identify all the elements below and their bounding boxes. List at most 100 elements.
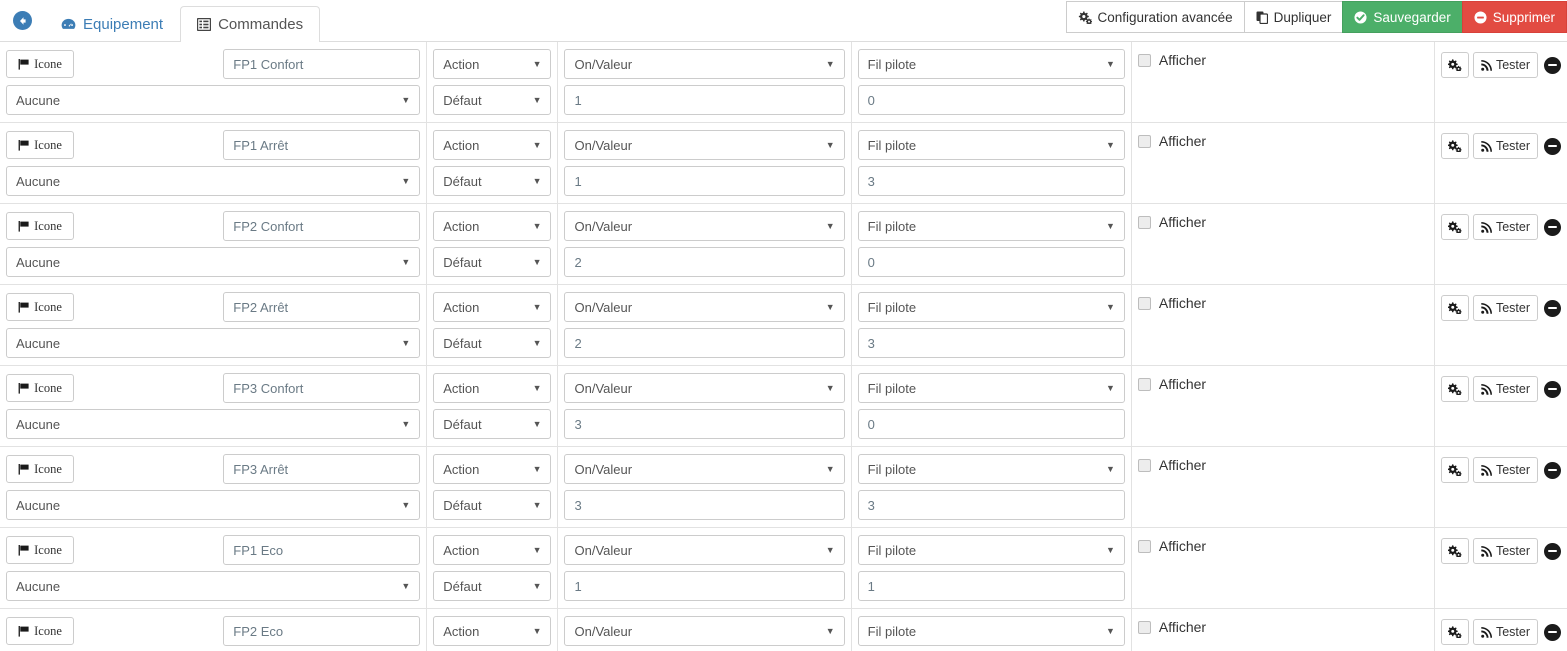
command-config-button[interactable] bbox=[1440, 457, 1469, 483]
command-name-input[interactable]: FP2 Arrêt bbox=[223, 292, 421, 322]
tab-commandes[interactable]: Commandes bbox=[180, 6, 321, 42]
command-subtype-select[interactable]: Aucune ▼ bbox=[6, 328, 421, 358]
command-config-button[interactable] bbox=[1440, 52, 1469, 78]
command-value-kind-select[interactable]: On/Valeur ▼ bbox=[564, 130, 845, 160]
command-value-input[interactable]: 3 bbox=[564, 409, 845, 439]
command-test-button[interactable]: Tester bbox=[1472, 457, 1538, 483]
afficher-checkbox[interactable] bbox=[1137, 458, 1151, 472]
command-value-kind-select[interactable]: On/Valeur ▼ bbox=[564, 49, 845, 79]
command-value-input[interactable]: 3 bbox=[564, 490, 845, 520]
command-logical-select[interactable]: Fil pilote ▼ bbox=[857, 292, 1125, 322]
icone-button[interactable]: Icone bbox=[6, 617, 74, 645]
command-test-button[interactable]: Tester bbox=[1472, 538, 1538, 564]
configuration-avancee-button[interactable]: Configuration avancée bbox=[1065, 1, 1244, 33]
supprimer-button[interactable]: Supprimer bbox=[1461, 1, 1567, 33]
command-value-kind-select[interactable]: On/Valeur ▼ bbox=[564, 616, 845, 646]
afficher-checkbox[interactable] bbox=[1137, 377, 1151, 391]
command-logical-select[interactable]: Fil pilote ▼ bbox=[857, 616, 1125, 646]
command-value-input[interactable]: 1 bbox=[564, 85, 845, 115]
command-type-select[interactable]: Action ▼ bbox=[433, 454, 552, 484]
command-action-select[interactable]: Défaut ▼ bbox=[433, 571, 552, 601]
command-logical-value-input[interactable]: 3 bbox=[857, 490, 1125, 520]
icone-button[interactable]: Icone bbox=[6, 50, 74, 78]
command-delete-button[interactable] bbox=[1544, 56, 1561, 74]
command-action-select[interactable]: Défaut ▼ bbox=[433, 409, 552, 439]
command-name-input[interactable]: FP3 Arrêt bbox=[223, 454, 421, 484]
afficher-checkbox[interactable] bbox=[1137, 539, 1151, 553]
command-test-button[interactable]: Tester bbox=[1472, 133, 1538, 159]
command-logical-value-input[interactable]: 1 bbox=[857, 571, 1125, 601]
command-logical-value-input[interactable]: 3 bbox=[857, 328, 1125, 358]
command-logical-value-input[interactable]: 3 bbox=[857, 166, 1125, 196]
command-config-button[interactable] bbox=[1440, 619, 1469, 645]
command-subtype-select[interactable]: Aucune ▼ bbox=[6, 490, 421, 520]
command-logical-value-input[interactable]: 0 bbox=[857, 85, 1125, 115]
command-delete-button[interactable] bbox=[1544, 299, 1561, 317]
afficher-checkbox[interactable] bbox=[1137, 134, 1151, 148]
icone-button[interactable]: Icone bbox=[6, 374, 74, 402]
command-action-select[interactable]: Défaut ▼ bbox=[433, 328, 552, 358]
command-logical-select[interactable]: Fil pilote ▼ bbox=[857, 49, 1125, 79]
command-delete-button[interactable] bbox=[1544, 218, 1561, 236]
command-logical-select[interactable]: Fil pilote ▼ bbox=[857, 211, 1125, 241]
command-delete-button[interactable] bbox=[1544, 461, 1561, 479]
command-type-select[interactable]: Action ▼ bbox=[433, 616, 552, 646]
afficher-checkbox[interactable] bbox=[1137, 296, 1151, 310]
icone-button[interactable]: Icone bbox=[6, 293, 74, 321]
command-logical-select[interactable]: Fil pilote ▼ bbox=[857, 454, 1125, 484]
command-logical-select[interactable]: Fil pilote ▼ bbox=[857, 373, 1125, 403]
command-value-kind-select[interactable]: On/Valeur ▼ bbox=[564, 373, 845, 403]
command-logical-value-input[interactable]: 0 bbox=[857, 247, 1125, 277]
back-button[interactable] bbox=[0, 0, 44, 41]
command-subtype-select[interactable]: Aucune ▼ bbox=[6, 409, 421, 439]
command-delete-button[interactable] bbox=[1544, 542, 1561, 560]
command-logical-value-input[interactable]: 0 bbox=[857, 409, 1125, 439]
command-action-select[interactable]: Défaut ▼ bbox=[433, 490, 552, 520]
command-name-input[interactable]: FP1 Eco bbox=[223, 535, 421, 565]
command-name-input[interactable]: FP3 Confort bbox=[223, 373, 421, 403]
command-subtype-select[interactable]: Aucune ▼ bbox=[6, 247, 421, 277]
icone-button[interactable]: Icone bbox=[6, 455, 74, 483]
command-test-button[interactable]: Tester bbox=[1472, 619, 1538, 645]
command-test-button[interactable]: Tester bbox=[1472, 376, 1538, 402]
command-type-select[interactable]: Action ▼ bbox=[433, 130, 552, 160]
command-type-select[interactable]: Action ▼ bbox=[433, 211, 552, 241]
command-type-select[interactable]: Action ▼ bbox=[433, 373, 552, 403]
command-subtype-select[interactable]: Aucune ▼ bbox=[6, 166, 421, 196]
command-config-button[interactable] bbox=[1440, 295, 1469, 321]
command-config-button[interactable] bbox=[1440, 376, 1469, 402]
command-value-kind-select[interactable]: On/Valeur ▼ bbox=[564, 454, 845, 484]
command-config-button[interactable] bbox=[1440, 133, 1469, 159]
command-action-select[interactable]: Défaut ▼ bbox=[433, 85, 552, 115]
command-type-select[interactable]: Action ▼ bbox=[433, 292, 552, 322]
command-name-input[interactable]: FP1 Arrêt bbox=[223, 130, 421, 160]
command-config-button[interactable] bbox=[1440, 538, 1469, 564]
command-value-input[interactable]: 2 bbox=[564, 247, 845, 277]
command-test-button[interactable]: Tester bbox=[1472, 52, 1538, 78]
command-subtype-select[interactable]: Aucune ▼ bbox=[6, 571, 421, 601]
command-delete-button[interactable] bbox=[1544, 137, 1561, 155]
dupliquer-button[interactable]: Dupliquer bbox=[1243, 1, 1343, 33]
command-name-input[interactable]: FP2 Confort bbox=[223, 211, 421, 241]
command-value-input[interactable]: 2 bbox=[564, 328, 845, 358]
icone-button[interactable]: Icone bbox=[6, 212, 74, 240]
command-type-select[interactable]: Action ▼ bbox=[433, 535, 552, 565]
afficher-checkbox[interactable] bbox=[1137, 53, 1151, 67]
sauvegarder-button[interactable]: Sauvegarder bbox=[1342, 1, 1462, 33]
command-type-select[interactable]: Action ▼ bbox=[433, 49, 552, 79]
command-value-input[interactable]: 1 bbox=[564, 166, 845, 196]
command-value-kind-select[interactable]: On/Valeur ▼ bbox=[564, 292, 845, 322]
icone-button[interactable]: Icone bbox=[6, 536, 74, 564]
command-test-button[interactable]: Tester bbox=[1472, 295, 1538, 321]
command-name-input[interactable]: FP1 Confort bbox=[223, 49, 421, 79]
command-action-select[interactable]: Défaut ▼ bbox=[433, 166, 552, 196]
command-action-select[interactable]: Défaut ▼ bbox=[433, 247, 552, 277]
command-logical-select[interactable]: Fil pilote ▼ bbox=[857, 535, 1125, 565]
afficher-checkbox[interactable] bbox=[1137, 215, 1151, 229]
command-name-input[interactable]: FP2 Eco bbox=[223, 616, 421, 646]
command-value-kind-select[interactable]: On/Valeur ▼ bbox=[564, 535, 845, 565]
command-delete-button[interactable] bbox=[1544, 623, 1561, 641]
command-test-button[interactable]: Tester bbox=[1472, 214, 1538, 240]
command-subtype-select[interactable]: Aucune ▼ bbox=[6, 85, 421, 115]
icone-button[interactable]: Icone bbox=[6, 131, 74, 159]
